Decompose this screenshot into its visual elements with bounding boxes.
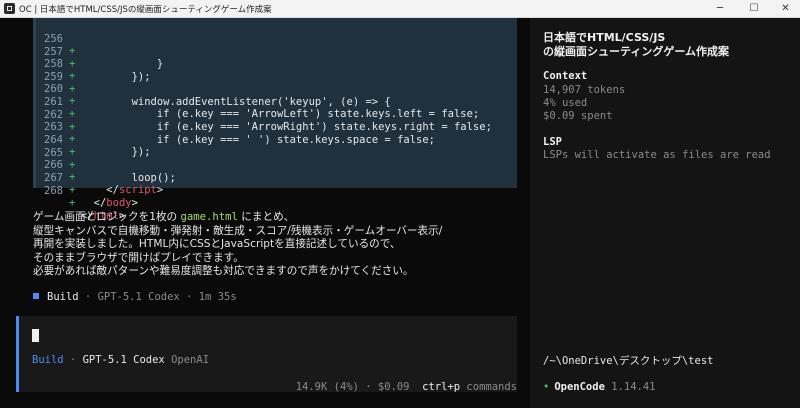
session-title-line: 日本語でHTML/CSS/JS bbox=[543, 31, 666, 44]
line-number: 268 bbox=[44, 184, 63, 197]
input-agent-info: Build · GPT-5.1 Codex OpenAI bbox=[32, 354, 209, 366]
code-text: if (e.key === 'ArrowRight') state.keys.r… bbox=[81, 120, 492, 133]
minimize-button[interactable]: ─ bbox=[703, 0, 737, 18]
code-line: 267 + </body> bbox=[33, 159, 138, 209]
code-line: 263 + }); bbox=[33, 108, 151, 158]
code-text: }); bbox=[81, 145, 151, 158]
message-line: 必要があれば敵パターンや難易度調整も対応できますので声をかけてください。 bbox=[33, 265, 414, 278]
status-dot-icon: • bbox=[543, 381, 550, 393]
code-text: if (e.key === 'ArrowLeft') state.keys.le… bbox=[81, 107, 480, 120]
code-tag: script bbox=[118, 183, 157, 196]
build-square-icon bbox=[33, 293, 39, 299]
token-usage: 14.9K (4%) bbox=[295, 381, 359, 393]
message-line: 再開を実装しました。HTML内にCSSとJavaScriptを直接記述しているの… bbox=[33, 238, 401, 251]
build-agent-label: Build bbox=[47, 291, 79, 303]
context-spent: $0.09 spent bbox=[543, 110, 613, 122]
code-tag: body bbox=[106, 196, 132, 209]
commands-shortcut[interactable]: ctrl+p bbox=[422, 381, 460, 393]
code-text: </script> bbox=[81, 184, 163, 197]
code-line: 262 + if (e.key === ' ') state.keys.spac… bbox=[33, 96, 435, 146]
maximize-button[interactable]: ☐ bbox=[737, 0, 771, 18]
code-text: </body> bbox=[81, 197, 138, 210]
session-title: 日本語でHTML/CSS/JS の縦画面シューティングゲーム作成案 bbox=[543, 31, 729, 59]
separator: · bbox=[63, 354, 83, 366]
code-text: loop(); bbox=[81, 171, 176, 184]
separator: · bbox=[78, 291, 98, 303]
model-label[interactable]: GPT-5.1 Codex bbox=[83, 354, 165, 366]
code-line: 265 + loop(); bbox=[33, 134, 176, 184]
context-used: 4% used bbox=[543, 97, 588, 109]
title-bar: OC | 日本語でHTML/CSS/JSの縦画面シューティングゲーム作成案 ─ … bbox=[0, 0, 800, 18]
message-text: ゲーム画面とロジックを1枚の bbox=[33, 211, 181, 223]
code-line: 258 + bbox=[33, 45, 75, 83]
separator: · bbox=[358, 381, 378, 393]
code-text: }); bbox=[81, 70, 151, 83]
app-footer: • OpenCode 1.14.41 bbox=[543, 381, 656, 393]
commands-label: commands bbox=[466, 381, 517, 393]
code-line: 259 + window.addEventListener('keyup', (… bbox=[33, 58, 391, 108]
app-icon bbox=[4, 3, 15, 14]
lsp-status: LSPs will activate as files are read bbox=[543, 149, 771, 161]
code-line: 268 + </html> bbox=[33, 172, 125, 222]
code-line: 257 + }); bbox=[33, 33, 151, 83]
code-line: 260 + if (e.key === 'ArrowLeft') state.k… bbox=[33, 70, 479, 120]
window-title: OC | 日本語でHTML/CSS/JSの縦画面シューティングゲーム作成案 bbox=[19, 5, 272, 15]
build-model-label: GPT-5.1 Codex bbox=[97, 291, 180, 303]
status-line: 14.9K (4%) · $0.09 ctrl+p commands bbox=[0, 381, 517, 393]
agent-mode-label[interactable]: Build bbox=[32, 354, 64, 366]
main-panel: 256 + } 257 + }); 258 + 259 + window.add… bbox=[0, 18, 530, 408]
code-punct: > bbox=[156, 183, 164, 196]
provider-label: OpenAI bbox=[171, 354, 210, 366]
message-line: そのままブラウザで開けばプレイできます。 bbox=[33, 251, 244, 264]
build-duration: 1m 35s bbox=[198, 291, 237, 303]
code-text: } bbox=[81, 57, 164, 70]
context-heading: Context bbox=[543, 70, 588, 82]
code-punct: </ bbox=[81, 196, 107, 209]
close-button[interactable]: ✕ bbox=[771, 0, 800, 18]
text-cursor bbox=[32, 329, 39, 342]
app-version: 1.14.41 bbox=[611, 381, 656, 393]
assistant-message: ゲーム画面とロジックを1枚の game.html にまとめ、 縦型キャンバスで自… bbox=[33, 211, 523, 279]
code-line: 264 + bbox=[33, 121, 75, 159]
code-punct: > bbox=[131, 196, 138, 209]
app-name: OpenCode bbox=[554, 381, 605, 393]
lsp-heading: LSP bbox=[543, 136, 562, 148]
message-line: 縦型キャンバスで自機移動・弾発射・敵生成・スコア/残機表示・ゲームオーバー表示/ bbox=[33, 224, 443, 237]
message-line: ゲーム画面とロジックを1枚の game.html にまとめ、 bbox=[33, 211, 523, 225]
file-name-code: game.html bbox=[180, 211, 238, 223]
message-text: にまとめ、 bbox=[237, 211, 295, 223]
code-punct: </ bbox=[81, 183, 119, 196]
session-title-line: の縦画面シューティングゲーム作成案 bbox=[543, 45, 730, 58]
code-text: window.addEventListener('keyup', (e) => … bbox=[81, 95, 391, 108]
context-tokens: 14,907 tokens bbox=[543, 84, 626, 96]
code-line: 261 + if (e.key === 'ArrowRight') state.… bbox=[33, 83, 492, 133]
session-sidebar: 日本語でHTML/CSS/JS の縦画面シューティングゲーム作成案 Contex… bbox=[530, 18, 800, 408]
code-line: 256 + } bbox=[33, 20, 163, 70]
diff-add-marker: + bbox=[69, 197, 76, 210]
cost-value: $0.09 bbox=[377, 381, 410, 393]
code-line: 266 + </script> bbox=[33, 146, 163, 196]
code-text: if (e.key === ' ') state.keys.space = fa… bbox=[81, 133, 436, 146]
code-diff-block: 256 + } 257 + }); 258 + 259 + window.add… bbox=[33, 18, 517, 222]
separator: · bbox=[179, 291, 199, 303]
working-directory: /~\OneDrive\デスクトップ\test bbox=[543, 355, 714, 367]
build-info-line: Build · GPT-5.1 Codex · 1m 35s bbox=[33, 291, 237, 303]
